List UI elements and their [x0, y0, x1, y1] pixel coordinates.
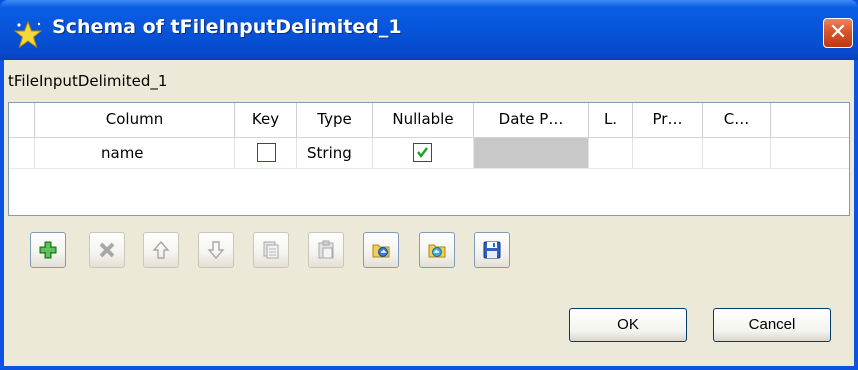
- component-label: tFileInputDelimited_1: [8, 72, 168, 90]
- folder-import-icon: [372, 244, 390, 258]
- header-type[interactable]: Type: [297, 103, 373, 137]
- nullable-checkbox[interactable]: [413, 143, 432, 162]
- add-button[interactable]: [30, 232, 66, 268]
- header-comment[interactable]: C…: [703, 103, 771, 137]
- cell-nullable[interactable]: [373, 138, 474, 168]
- table-row[interactable]: name String: [9, 138, 849, 169]
- header-nullable[interactable]: Nullable: [373, 103, 474, 137]
- paste-icon: [318, 240, 334, 259]
- arrow-up-icon: [152, 240, 170, 259]
- schema-toolbar: [30, 232, 550, 272]
- floppy-disk-icon: [483, 241, 501, 259]
- paste-button[interactable]: [308, 232, 344, 268]
- copy-icon: [263, 241, 279, 259]
- copy-button[interactable]: [253, 232, 289, 268]
- cancel-button[interactable]: Cancel: [713, 308, 831, 342]
- row-header-cell: [9, 138, 35, 168]
- row-header-column: [9, 103, 35, 137]
- cell-date-pattern[interactable]: [474, 138, 589, 168]
- key-checkbox[interactable]: [257, 143, 276, 162]
- dialog-body: tFileInputDelimited_1 Column Key Type Nu…: [4, 60, 854, 366]
- header-date-pattern[interactable]: Date P…: [474, 103, 589, 137]
- header-column[interactable]: Column: [35, 103, 235, 137]
- title-bar[interactable]: Schema of tFileInputDelimited_1 ✕: [0, 0, 858, 60]
- folder-export-icon: [428, 244, 446, 258]
- close-icon: ✕: [828, 20, 848, 45]
- close-button[interactable]: ✕: [823, 18, 853, 48]
- cell-column-name[interactable]: name: [35, 138, 235, 168]
- save-button[interactable]: [474, 232, 510, 268]
- x-icon: [99, 242, 115, 258]
- header-precision[interactable]: Pr…: [633, 103, 703, 137]
- cell-type[interactable]: String: [297, 138, 373, 168]
- remove-button[interactable]: [89, 232, 125, 268]
- star-icon: [13, 20, 43, 49]
- export-button[interactable]: [419, 232, 455, 268]
- cell-precision[interactable]: [633, 138, 703, 168]
- check-icon: [417, 147, 428, 158]
- ok-button[interactable]: OK: [569, 308, 687, 342]
- import-button[interactable]: [363, 232, 399, 268]
- header-key[interactable]: Key: [235, 103, 297, 137]
- schema-table[interactable]: Column Key Type Nullable Date P… L. Pr… …: [8, 102, 850, 216]
- move-down-button[interactable]: [198, 232, 234, 268]
- plus-icon: [39, 241, 57, 259]
- cell-comment[interactable]: [703, 138, 771, 168]
- window-title: Schema of tFileInputDelimited_1: [52, 16, 402, 38]
- cell-key[interactable]: [235, 138, 297, 168]
- table-header: Column Key Type Nullable Date P… L. Pr… …: [9, 103, 849, 138]
- arrow-down-icon: [207, 241, 225, 260]
- move-up-button[interactable]: [143, 232, 179, 268]
- cell-length[interactable]: [589, 138, 633, 168]
- header-length[interactable]: L.: [589, 103, 633, 137]
- dialog-window: Schema of tFileInputDelimited_1 ✕ tFileI…: [0, 0, 858, 370]
